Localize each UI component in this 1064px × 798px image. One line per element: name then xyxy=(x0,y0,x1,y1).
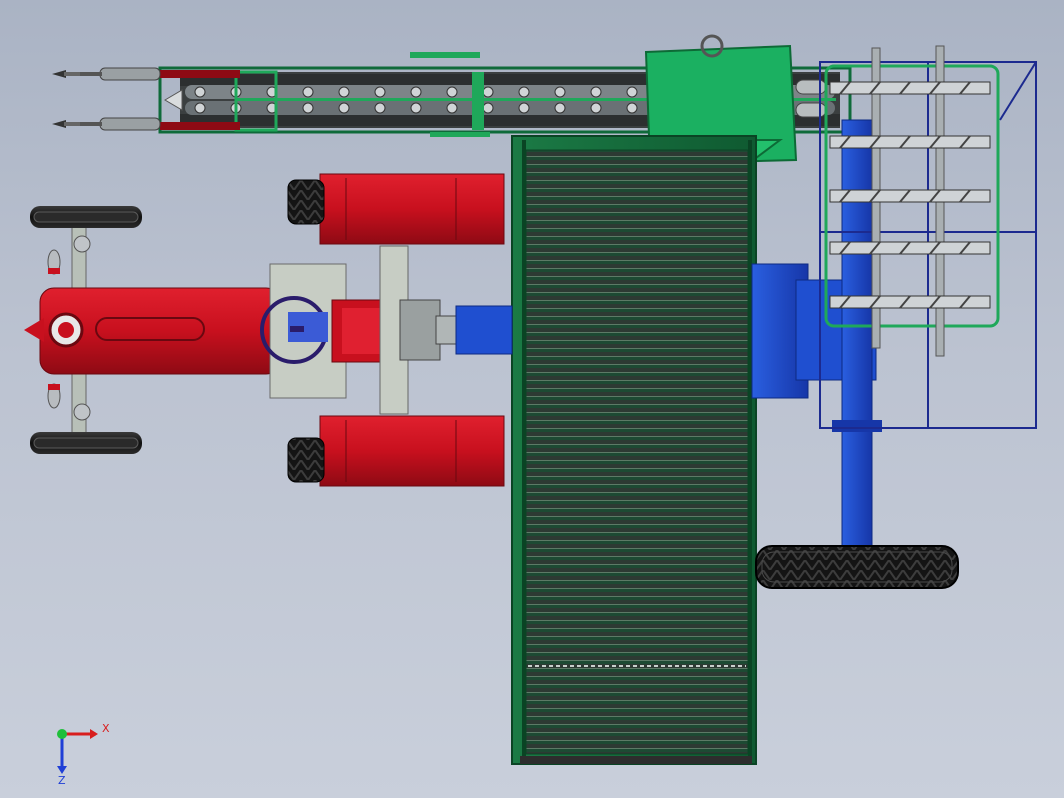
main-conveyor[interactable] xyxy=(511,135,757,765)
front-wheel-top xyxy=(30,206,142,228)
y-axis-icon xyxy=(57,729,67,739)
z-axis-label: Z xyxy=(58,774,66,786)
orientation-triad[interactable]: X Z xyxy=(48,716,118,787)
x-axis-label: X xyxy=(102,722,110,735)
harvester-assembly-model[interactable] xyxy=(0,0,1064,798)
rear-drive-unit[interactable] xyxy=(751,119,882,551)
tractor[interactable] xyxy=(24,173,513,487)
rear-support-wheel xyxy=(755,545,959,589)
front-wheel-bottom xyxy=(30,432,142,454)
triad-svg: X Z xyxy=(57,722,110,787)
cad-viewport[interactable]: X Z xyxy=(0,0,1064,798)
